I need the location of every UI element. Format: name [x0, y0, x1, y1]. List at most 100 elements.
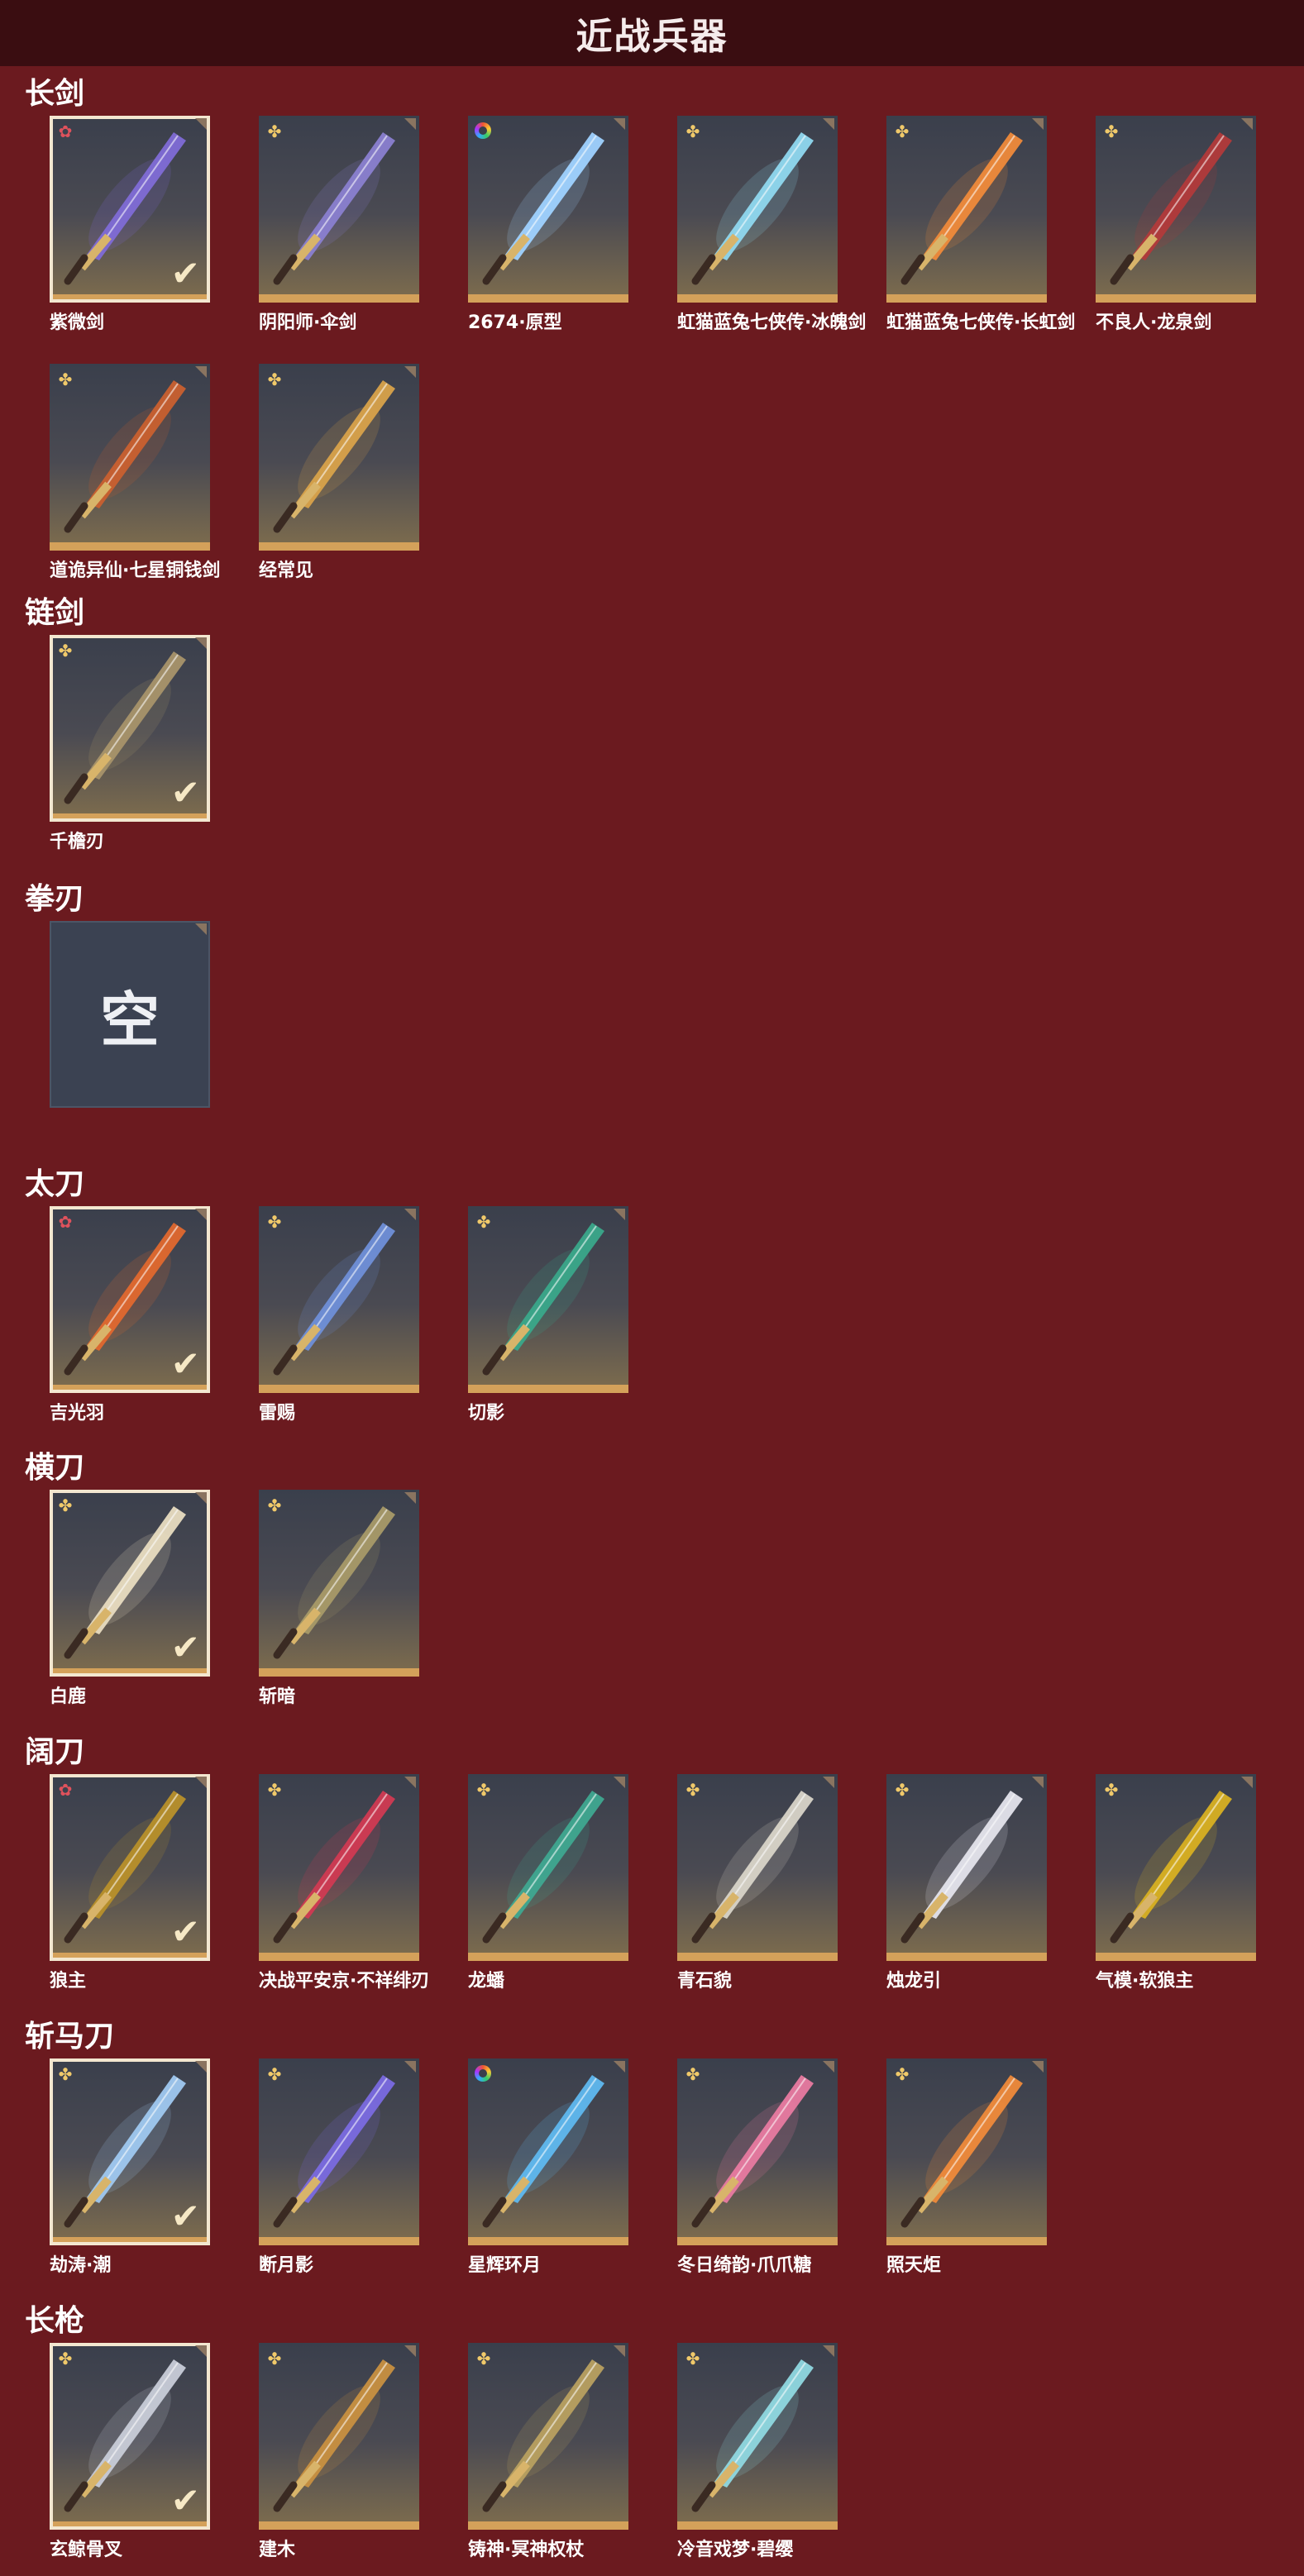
gold-star-rarity-icon: ✤ [58, 2349, 73, 2368]
weapon-name: 道诡异仙·七星铜钱剑 [50, 561, 221, 581]
section-title-taidao: 太刀 [25, 1167, 85, 1201]
moon-glaive-icon [273, 2075, 395, 2228]
gold-star-rarity-icon: ✤ [58, 370, 73, 389]
weapon-card[interactable]: ✤ 照天炬 [886, 2058, 1047, 2276]
gold-star-rarity-icon: ✤ [58, 641, 73, 661]
empty-weapon-slot[interactable]: 空 [50, 921, 210, 1108]
torch-glaive-icon [900, 2075, 1023, 2228]
weapon-name: 白鹿 [50, 1686, 87, 1707]
paw-candy-icon [691, 2075, 814, 2228]
card-frame [259, 2058, 419, 2245]
checkmark-icon: ✔ [170, 1911, 200, 1952]
weapon-card[interactable]: ✤ 烛龙引 [886, 1774, 1047, 1992]
weapon-name: 青石貌 [677, 1971, 733, 1992]
checkmark-icon: ✔ [170, 1627, 200, 1667]
weapon-name: 阴阳师·伞剑 [259, 312, 357, 333]
section-title-hengdao: 横刀 [25, 1451, 85, 1485]
weapon-name: 吉光羽 [50, 1403, 105, 1424]
weapon-name: 星辉环月 [468, 2255, 542, 2276]
red-flower-rarity-icon: ✿ [58, 1212, 73, 1232]
gold-star-rarity-icon: ✤ [895, 2064, 910, 2084]
weapon-card[interactable]: ✿ ✔ 紫微剑 [50, 116, 210, 333]
card-frame [468, 1774, 628, 1961]
weapon-card[interactable]: ✤ 铸神·冥神权杖 [468, 2343, 628, 2560]
red-flower-rarity-icon: ✿ [58, 1780, 73, 1800]
inflatable-blade-icon [1110, 1791, 1232, 1944]
card-frame [677, 2343, 838, 2530]
card-frame [259, 364, 419, 551]
gold-star-rarity-icon: ✤ [267, 1212, 282, 1232]
weapon-name: 斩暗 [259, 1686, 296, 1707]
stone-blade-icon [691, 1791, 814, 1944]
gold-star-rarity-icon: ✤ [476, 1780, 491, 1800]
weapon-card[interactable]: ✤ 雷赐 [259, 1206, 419, 1424]
page-header: 近战兵器 [0, 0, 1304, 66]
section-title-changqiang: 长枪 [25, 2304, 85, 2338]
weapon-name: 烛龙引 [886, 1971, 942, 1992]
weapon-card[interactable]: ✤ 冷音戏梦·碧缨 [677, 2343, 838, 2560]
weapon-card[interactable]: 2674·原型 [468, 116, 628, 333]
page-title: 近战兵器 [576, 16, 728, 58]
weapon-card[interactable]: ✤ 青石貌 [677, 1774, 838, 1992]
weapon-card[interactable]: ✤ 不良人·龙泉剑 [1096, 116, 1256, 333]
gold-star-rarity-icon: ✤ [58, 1496, 73, 1515]
weapon-card[interactable]: ✤ 阴阳师·伞剑 [259, 116, 419, 333]
weapon-card[interactable]: ✤ 道诡异仙·七星铜钱剑 [50, 364, 220, 581]
card-frame [259, 2343, 419, 2530]
weapon-card[interactable]: ✤ 切影 [468, 1206, 628, 1424]
weapon-card[interactable]: ✤ ✔ 玄鲸骨叉 [50, 2343, 210, 2560]
checkmark-icon: ✔ [170, 2480, 200, 2521]
weapon-card[interactable]: ✤ 虹猫蓝兔七侠传·冰魄剑 [677, 116, 866, 333]
rainbow-rarity-icon [475, 122, 491, 139]
weapon-card[interactable]: ✤ ✔ 劫涛·潮 [50, 2058, 210, 2276]
gold-star-rarity-icon: ✤ [267, 370, 282, 389]
weapon-card[interactable]: ✤ ✔ 白鹿 [50, 1490, 210, 1707]
gold-star-rarity-icon: ✤ [895, 1780, 910, 1800]
card-frame [886, 116, 1047, 303]
weapon-card[interactable]: ✿ ✔ 狼主 [50, 1774, 210, 1992]
card-frame [468, 1206, 628, 1393]
gold-star-rarity-icon: ✤ [476, 1212, 491, 1232]
weapon-card[interactable]: ✤ 气模·软狼主 [1096, 1774, 1256, 1992]
weapon-card[interactable]: ✤ 经常见 [259, 364, 419, 581]
weapon-card[interactable]: 星辉环月 [468, 2058, 628, 2276]
card-frame [259, 1490, 419, 1677]
weapon-card[interactable]: ✤ 斩暗 [259, 1490, 419, 1707]
gold-star-rarity-icon: ✤ [58, 2064, 73, 2084]
weapon-name: 劫涛·潮 [50, 2255, 112, 2276]
weapon-card[interactable]: ✤ 冬日绮韵·爪爪糖 [677, 2058, 838, 2276]
star-ring-glaive-icon [482, 2075, 604, 2228]
section-title-quanren: 拳刃 [25, 882, 85, 916]
umbrella-sword-icon [273, 132, 395, 285]
gold-star-rarity-icon: ✤ [895, 122, 910, 141]
card-frame [677, 2058, 838, 2245]
section-title-kuodao: 阔刀 [25, 1735, 85, 1769]
gold-star-rarity-icon: ✤ [685, 2349, 700, 2368]
card-frame [50, 364, 210, 551]
weapon-name: 雷赐 [259, 1403, 296, 1424]
gold-star-rarity-icon: ✤ [267, 1780, 282, 1800]
weapon-name: 千檐刃 [50, 832, 105, 852]
card-frame [468, 2058, 628, 2245]
weapon-card[interactable]: ✤ 建木 [259, 2343, 419, 2560]
weapon-card[interactable]: ✤ 虹猫蓝兔七侠传·长虹剑 [886, 116, 1075, 333]
weapon-name: 决战平安京·不祥绯刃 [259, 1971, 430, 1992]
card-frame [1096, 1774, 1256, 1961]
weapon-name: 照天炬 [886, 2255, 942, 2276]
weapon-card[interactable]: ✤ ✔ 千檐刃 [50, 635, 210, 852]
weapon-name: 龙蟠 [468, 1971, 505, 1992]
fire-sword-icon [900, 132, 1023, 285]
weapon-card[interactable]: ✤ 决战平安京·不祥绯刃 [259, 1774, 429, 1992]
weapon-card[interactable]: ✤ 龙蟠 [468, 1774, 628, 1992]
lightsaber-icon [482, 132, 604, 285]
candle-dragon-blade-icon [900, 1791, 1023, 1944]
weapon-name: 冷音戏梦·碧缨 [677, 2540, 794, 2560]
weapon-card[interactable]: ✿ ✔ 吉光羽 [50, 1206, 210, 1424]
section-title-lianjian: 链剑 [25, 596, 85, 630]
weapon-name: 铸神·冥神权杖 [468, 2540, 585, 2560]
gold-star-rarity-icon: ✤ [685, 2064, 700, 2084]
jade-blade-icon [482, 1791, 604, 1944]
ice-sword-icon [691, 132, 814, 285]
weapon-card[interactable]: ✤ 断月影 [259, 2058, 419, 2276]
jade-spear-icon [691, 2359, 814, 2512]
